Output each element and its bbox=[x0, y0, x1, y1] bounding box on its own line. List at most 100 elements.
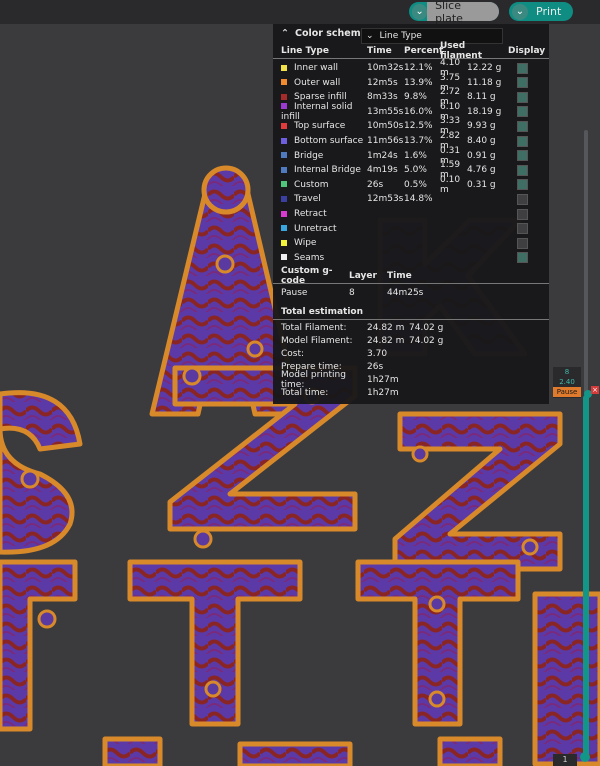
color-swatch-icon bbox=[281, 79, 287, 86]
display-checkbox[interactable] bbox=[517, 135, 528, 147]
display-checkbox[interactable] bbox=[517, 193, 528, 205]
legend-row: Seams bbox=[281, 251, 528, 265]
layer-slider-track[interactable] bbox=[584, 130, 588, 395]
top-toolbar: ⌄ Slice plate ⌄ Print bbox=[0, 0, 600, 25]
line-weight: 0.31 g bbox=[467, 179, 496, 190]
legend-row-name: Custom bbox=[281, 180, 367, 190]
legend-row-name: Unretract bbox=[281, 224, 367, 234]
line-time: 26s bbox=[367, 179, 384, 190]
display-checkbox[interactable] bbox=[517, 208, 528, 220]
legend-row-name: Bottom surface bbox=[281, 136, 367, 146]
line-percent: 1.6% bbox=[404, 150, 427, 161]
line-time: 11m56s bbox=[367, 136, 404, 146]
line-time: 12m53s bbox=[367, 194, 404, 205]
color-swatch-icon bbox=[281, 195, 287, 202]
line-weight: 12.22 g bbox=[467, 63, 502, 73]
pause-tag[interactable]: Pause bbox=[553, 387, 581, 397]
chevron-up-icon[interactable]: ⌃ bbox=[281, 28, 289, 39]
print-label: Print bbox=[536, 5, 562, 18]
legend-row: Wipe bbox=[281, 236, 528, 250]
legend-row-name: Inner wall bbox=[281, 63, 367, 73]
layer-slider-bottom-handle[interactable] bbox=[580, 752, 590, 762]
total-estimation-label: Total estimation bbox=[281, 307, 363, 317]
pause-time: 44m25s bbox=[387, 288, 424, 298]
display-checkbox[interactable] bbox=[517, 91, 528, 103]
close-icon[interactable]: × bbox=[591, 386, 599, 394]
line-type-label: Wipe bbox=[294, 238, 317, 249]
line-type-label: Seams bbox=[294, 252, 325, 263]
line-type-label: Top surface bbox=[294, 121, 346, 132]
letter-t-left-shape bbox=[0, 559, 78, 732]
line-time: 13m55s bbox=[367, 106, 404, 117]
color-swatch-icon bbox=[281, 152, 287, 159]
letter-a-ring bbox=[201, 165, 251, 215]
legend-row-name: Top surface bbox=[281, 121, 367, 131]
color-swatch-icon bbox=[281, 225, 287, 232]
color-swatch-icon bbox=[281, 239, 287, 246]
line-time: 10m32s bbox=[367, 63, 404, 73]
line-type-label: Custom bbox=[294, 179, 329, 190]
cost-label: Cost: bbox=[281, 349, 305, 359]
display-checkbox[interactable] bbox=[517, 150, 528, 162]
header-line-type: Line Type bbox=[281, 46, 329, 56]
total-time-row: Total time: 1h27m bbox=[281, 386, 399, 400]
display-checkbox[interactable] bbox=[517, 252, 528, 264]
legend-title: Color scheme bbox=[294, 28, 368, 39]
top-layer-height: 2.40 bbox=[559, 378, 575, 386]
chevron-down-icon[interactable]: ⌄ bbox=[412, 3, 428, 20]
line-weight: 9.93 g bbox=[467, 121, 496, 132]
line-weight: 4.76 g bbox=[467, 165, 496, 176]
line-type-label: Internal Bridge bbox=[294, 165, 361, 176]
legend-row: Top surface 10m50s 12.5% 3.33 m 9.93 g bbox=[281, 116, 528, 136]
display-checkbox[interactable] bbox=[517, 223, 528, 235]
legend-row: Bottom surface 11m56s 13.7% 2.82 m 8.40 g bbox=[281, 131, 528, 151]
model-printing-time-value: 1h27m bbox=[367, 375, 399, 385]
total-time-value: 1h27m bbox=[367, 388, 399, 398]
legend-row-name: Retract bbox=[281, 209, 367, 219]
model-filament-label: Model Filament: bbox=[281, 336, 353, 346]
display-checkbox[interactable] bbox=[517, 237, 528, 249]
line-type-label: Bottom surface bbox=[294, 136, 364, 146]
line-percent: 0.5% bbox=[404, 179, 427, 190]
legend-row: Retract bbox=[281, 207, 528, 221]
layer-slider-range[interactable] bbox=[583, 395, 589, 760]
line-percent: 12.5% bbox=[404, 121, 433, 132]
pause-layer: 8 bbox=[349, 288, 355, 298]
cost-row: Cost: 3.70 bbox=[281, 347, 387, 361]
total-filament-length: 24.82 m bbox=[367, 323, 405, 333]
display-checkbox[interactable] bbox=[517, 106, 528, 118]
color-swatch-icon bbox=[281, 93, 287, 100]
line-type-label: Bridge bbox=[294, 150, 324, 161]
print-button[interactable]: ⌄ Print bbox=[509, 2, 573, 21]
total-filament-label: Total Filament: bbox=[281, 323, 347, 333]
letter-partial-right-shape bbox=[532, 591, 600, 766]
legend-header[interactable]: ⌃ Color scheme bbox=[281, 28, 367, 39]
line-time: 12m5s bbox=[367, 77, 398, 88]
slice-plate-button[interactable]: ⌄ Slice plate bbox=[409, 0, 499, 25]
line-type-label: Unretract bbox=[294, 223, 337, 234]
legend-row: Internal Bridge 4m19s 5.0% 1.59 m 4.76 g bbox=[281, 160, 528, 180]
display-checkbox[interactable] bbox=[517, 120, 528, 132]
line-time: 4m19s bbox=[367, 165, 398, 176]
legend-row-name: Sparse infill bbox=[281, 92, 367, 102]
display-checkbox[interactable] bbox=[517, 179, 528, 191]
line-percent: 14.8% bbox=[404, 194, 433, 205]
line-type-label: Inner wall bbox=[294, 63, 339, 73]
color-swatch-icon bbox=[281, 254, 287, 261]
display-checkbox[interactable] bbox=[517, 164, 528, 176]
line-percent: 9.8% bbox=[404, 92, 427, 103]
display-checkbox[interactable] bbox=[517, 77, 528, 89]
line-type-label: Outer wall bbox=[294, 77, 341, 88]
letter-bottom-2 bbox=[237, 741, 353, 766]
line-percent: 13.7% bbox=[404, 136, 433, 146]
legend-row: Custom 26s 0.5% 0.10 m 0.31 g bbox=[281, 175, 528, 195]
line-weight: 0.91 g bbox=[467, 150, 496, 161]
display-checkbox[interactable] bbox=[517, 62, 528, 74]
chevron-down-icon[interactable]: ⌄ bbox=[512, 3, 528, 20]
model-filament-row: Model Filament: 24.82 m 74.02 g bbox=[281, 334, 443, 348]
legend-row: Internal solid infill 13m55s 16.0% 6.10 m 18… bbox=[281, 102, 528, 122]
legend-row-name: Travel bbox=[281, 194, 367, 204]
slice-plate-label: Slice plate bbox=[427, 0, 499, 25]
model-filament-length: 24.82 m bbox=[367, 336, 405, 346]
letter-bottom-3 bbox=[437, 736, 503, 766]
